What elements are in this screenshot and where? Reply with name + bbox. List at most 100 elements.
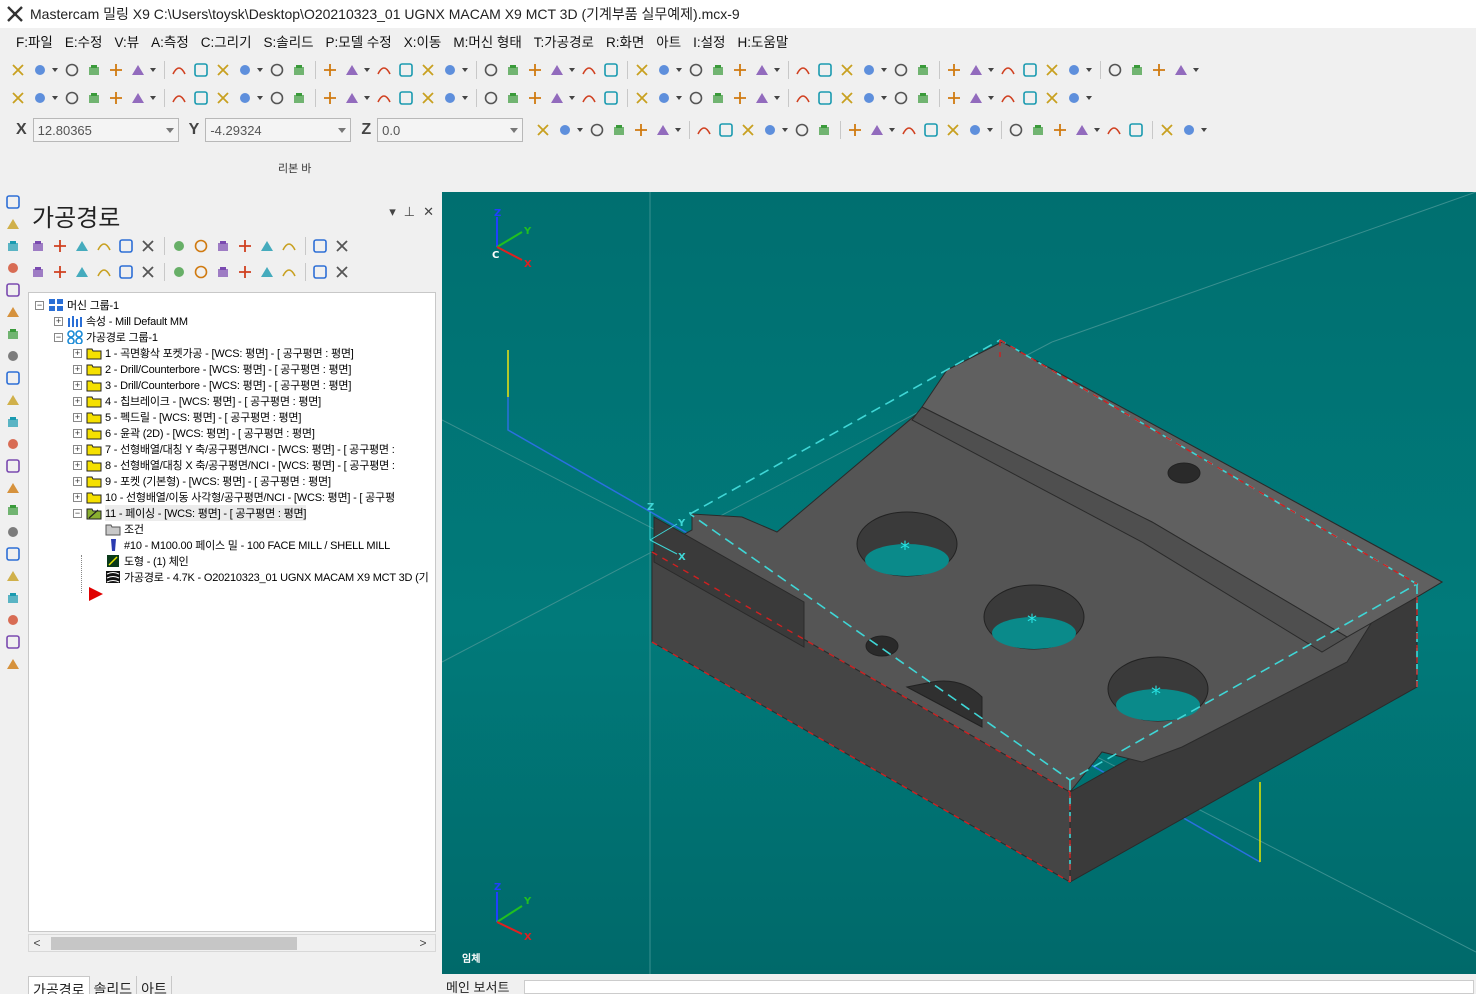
expand-icon[interactable]: + [73,396,82,406]
tb3-triangle-icon-13[interactable] [867,120,887,140]
expand-icon[interactable]: + [73,476,82,486]
left-tool-triangle-icon-17[interactable] [3,566,23,586]
ptb1-cube-icon-0[interactable] [28,236,48,256]
tb2-triangle-icon-5[interactable] [128,88,148,108]
tb3-sphere-icon-25[interactable] [1179,120,1199,140]
tb1-dropdown-icon-37[interactable] [988,60,994,80]
left-tool-sphere-icon-19[interactable] [3,610,23,630]
tb1-plus-icon-20[interactable] [525,60,545,80]
y-coord-input[interactable] [210,122,331,138]
tb2-cross-icon-0[interactable] [8,88,28,108]
left-tool-cube-icon-6[interactable] [3,324,23,344]
pin-icon[interactable]: ⊥ [404,204,415,220]
ptb1-arc-icon-3[interactable] [94,236,114,256]
tb1-triangle-icon-13[interactable] [342,60,362,80]
menu-item-0[interactable]: F:파일 [12,31,57,51]
tb3-dropdown-icon-25[interactable] [1201,120,1207,140]
tb3-triangle-icon-5[interactable] [653,120,673,140]
x-coord-field[interactable] [32,118,179,142]
tb2-box-icon-15[interactable] [396,88,416,108]
tb1-plus-icon-28[interactable] [730,60,750,80]
menu-item-6[interactable]: P:모델 수정 [322,31,396,51]
tb1-cube-icon-3[interactable] [84,60,104,80]
ptb2-cross-icon-5[interactable] [138,262,158,282]
tb1-arc-icon-14[interactable] [374,60,394,80]
collapse-icon[interactable]: − [54,332,63,342]
left-tool-triangle-icon-1[interactable] [3,214,23,234]
left-tool-triangle-icon-5[interactable] [3,302,23,322]
x-dropdown-icon[interactable] [162,119,178,141]
tb2-cube-icon-27[interactable] [708,88,728,108]
tree-item[interactable]: 조건 [92,521,144,537]
tb2-circle-icon-34[interactable] [891,88,911,108]
tb1-cube-icon-11[interactable] [289,60,309,80]
bottom-tab-0[interactable]: 메인 보서트 [442,977,513,994]
collapse-icon[interactable]: − [35,300,44,310]
tb1-dropdown-icon-29[interactable] [774,60,780,80]
expand-icon[interactable]: + [73,364,82,374]
left-tool-triangle-icon-13[interactable] [3,478,23,498]
scroll-left-icon[interactable]: < [29,936,45,950]
tb1-dropdown-icon-9[interactable] [257,60,263,80]
tb1-cross-icon-32[interactable] [837,60,857,80]
tree-item[interactable]: +10 - 선형배열/이동 사각형/공구평면/NCI - [WCS: 평면] -… [73,489,395,505]
tb2-dropdown-icon-29[interactable] [774,88,780,108]
panel-tab-0[interactable]: 가공경로 [28,976,90,994]
ptb1-cross-icon-13[interactable] [332,236,352,256]
tb3-cube-icon-19[interactable] [1028,120,1048,140]
tb1-plus-icon-4[interactable] [106,60,126,80]
tb1-circle-icon-2[interactable] [62,60,82,80]
tb2-cross-icon-16[interactable] [418,88,438,108]
tb3-dropdown-icon-5[interactable] [675,120,681,140]
y-coord-field[interactable] [205,118,352,142]
tb2-box-icon-39[interactable] [1020,88,1040,108]
tb1-dropdown-icon-41[interactable] [1086,60,1092,80]
tb1-cube-icon-35[interactable] [913,60,933,80]
horizontal-scrollbar[interactable]: < > [28,934,436,952]
left-tool-box-icon-0[interactable] [3,192,23,212]
left-tool-box-icon-16[interactable] [3,544,23,564]
tb2-arc-icon-38[interactable] [998,88,1018,108]
tb3-plus-icon-4[interactable] [631,120,651,140]
ptb1-cube-icon-8[interactable] [213,236,233,256]
tb2-circle-icon-2[interactable] [62,88,82,108]
tb3-box-icon-7[interactable] [716,120,736,140]
tree-item[interactable]: − 머신 그룹-1 [35,297,119,313]
tb3-arc-icon-6[interactable] [694,120,714,140]
tb3-dropdown-icon-9[interactable] [782,120,788,140]
tb2-dropdown-icon-37[interactable] [988,88,994,108]
menu-item-5[interactable]: S:솔리드 [260,31,318,51]
tb1-cube-icon-43[interactable] [1127,60,1147,80]
tb2-dropdown-icon-21[interactable] [569,88,575,108]
tree-item[interactable]: 가공경로 - 4.7K - O20210323_01 UGNX MACAM X9… [92,569,429,585]
tb1-cube-icon-19[interactable] [503,60,523,80]
tb3-cross-icon-16[interactable] [943,120,963,140]
tb1-circle-icon-42[interactable] [1105,60,1125,80]
menu-item-9[interactable]: T:가공경로 [530,31,598,51]
tb1-sphere-icon-9[interactable] [235,60,255,80]
tb2-arc-icon-30[interactable] [793,88,813,108]
tb1-box-icon-23[interactable] [601,60,621,80]
tb3-cube-icon-11[interactable] [814,120,834,140]
tb2-cube-icon-11[interactable] [289,88,309,108]
tb2-sphere-icon-25[interactable] [654,88,674,108]
tree-item[interactable]: +5 - 펙드릴 - [WCS: 평면] - [ 공구평면 : 평면] [73,409,301,425]
tb2-dropdown-icon-25[interactable] [676,88,682,108]
tb2-triangle-icon-21[interactable] [547,88,567,108]
ptb2-box-icon-12[interactable] [310,262,330,282]
tb1-circle-icon-34[interactable] [891,60,911,80]
tb1-triangle-icon-21[interactable] [547,60,567,80]
ptb2-arc-icon-11[interactable] [279,262,299,282]
tb3-arc-icon-22[interactable] [1104,120,1124,140]
left-tool-sphere-icon-11[interactable] [3,434,23,454]
menu-item-1[interactable]: E:수정 [61,31,107,51]
tb2-plus-icon-20[interactable] [525,88,545,108]
left-tool-cube-icon-10[interactable] [3,412,23,432]
tb3-dropdown-icon-17[interactable] [987,120,993,140]
ptb1-box-icon-12[interactable] [310,236,330,256]
tb2-dropdown-icon-1[interactable] [52,88,58,108]
tree-item[interactable]: +2 - Drill/Counterbore - [WCS: 평면] - [ 공… [73,361,351,377]
tb1-cross-icon-0[interactable] [8,60,28,80]
toolpath-tree[interactable]: − 머신 그룹-1 + 속성 - Mill Default MM − 가공경로 그룹-1 +… [28,292,436,932]
tree-item[interactable]: − 11 - 페이싱 - [WCS: 평면] - [ 공구평면 : 평면] [73,505,306,521]
